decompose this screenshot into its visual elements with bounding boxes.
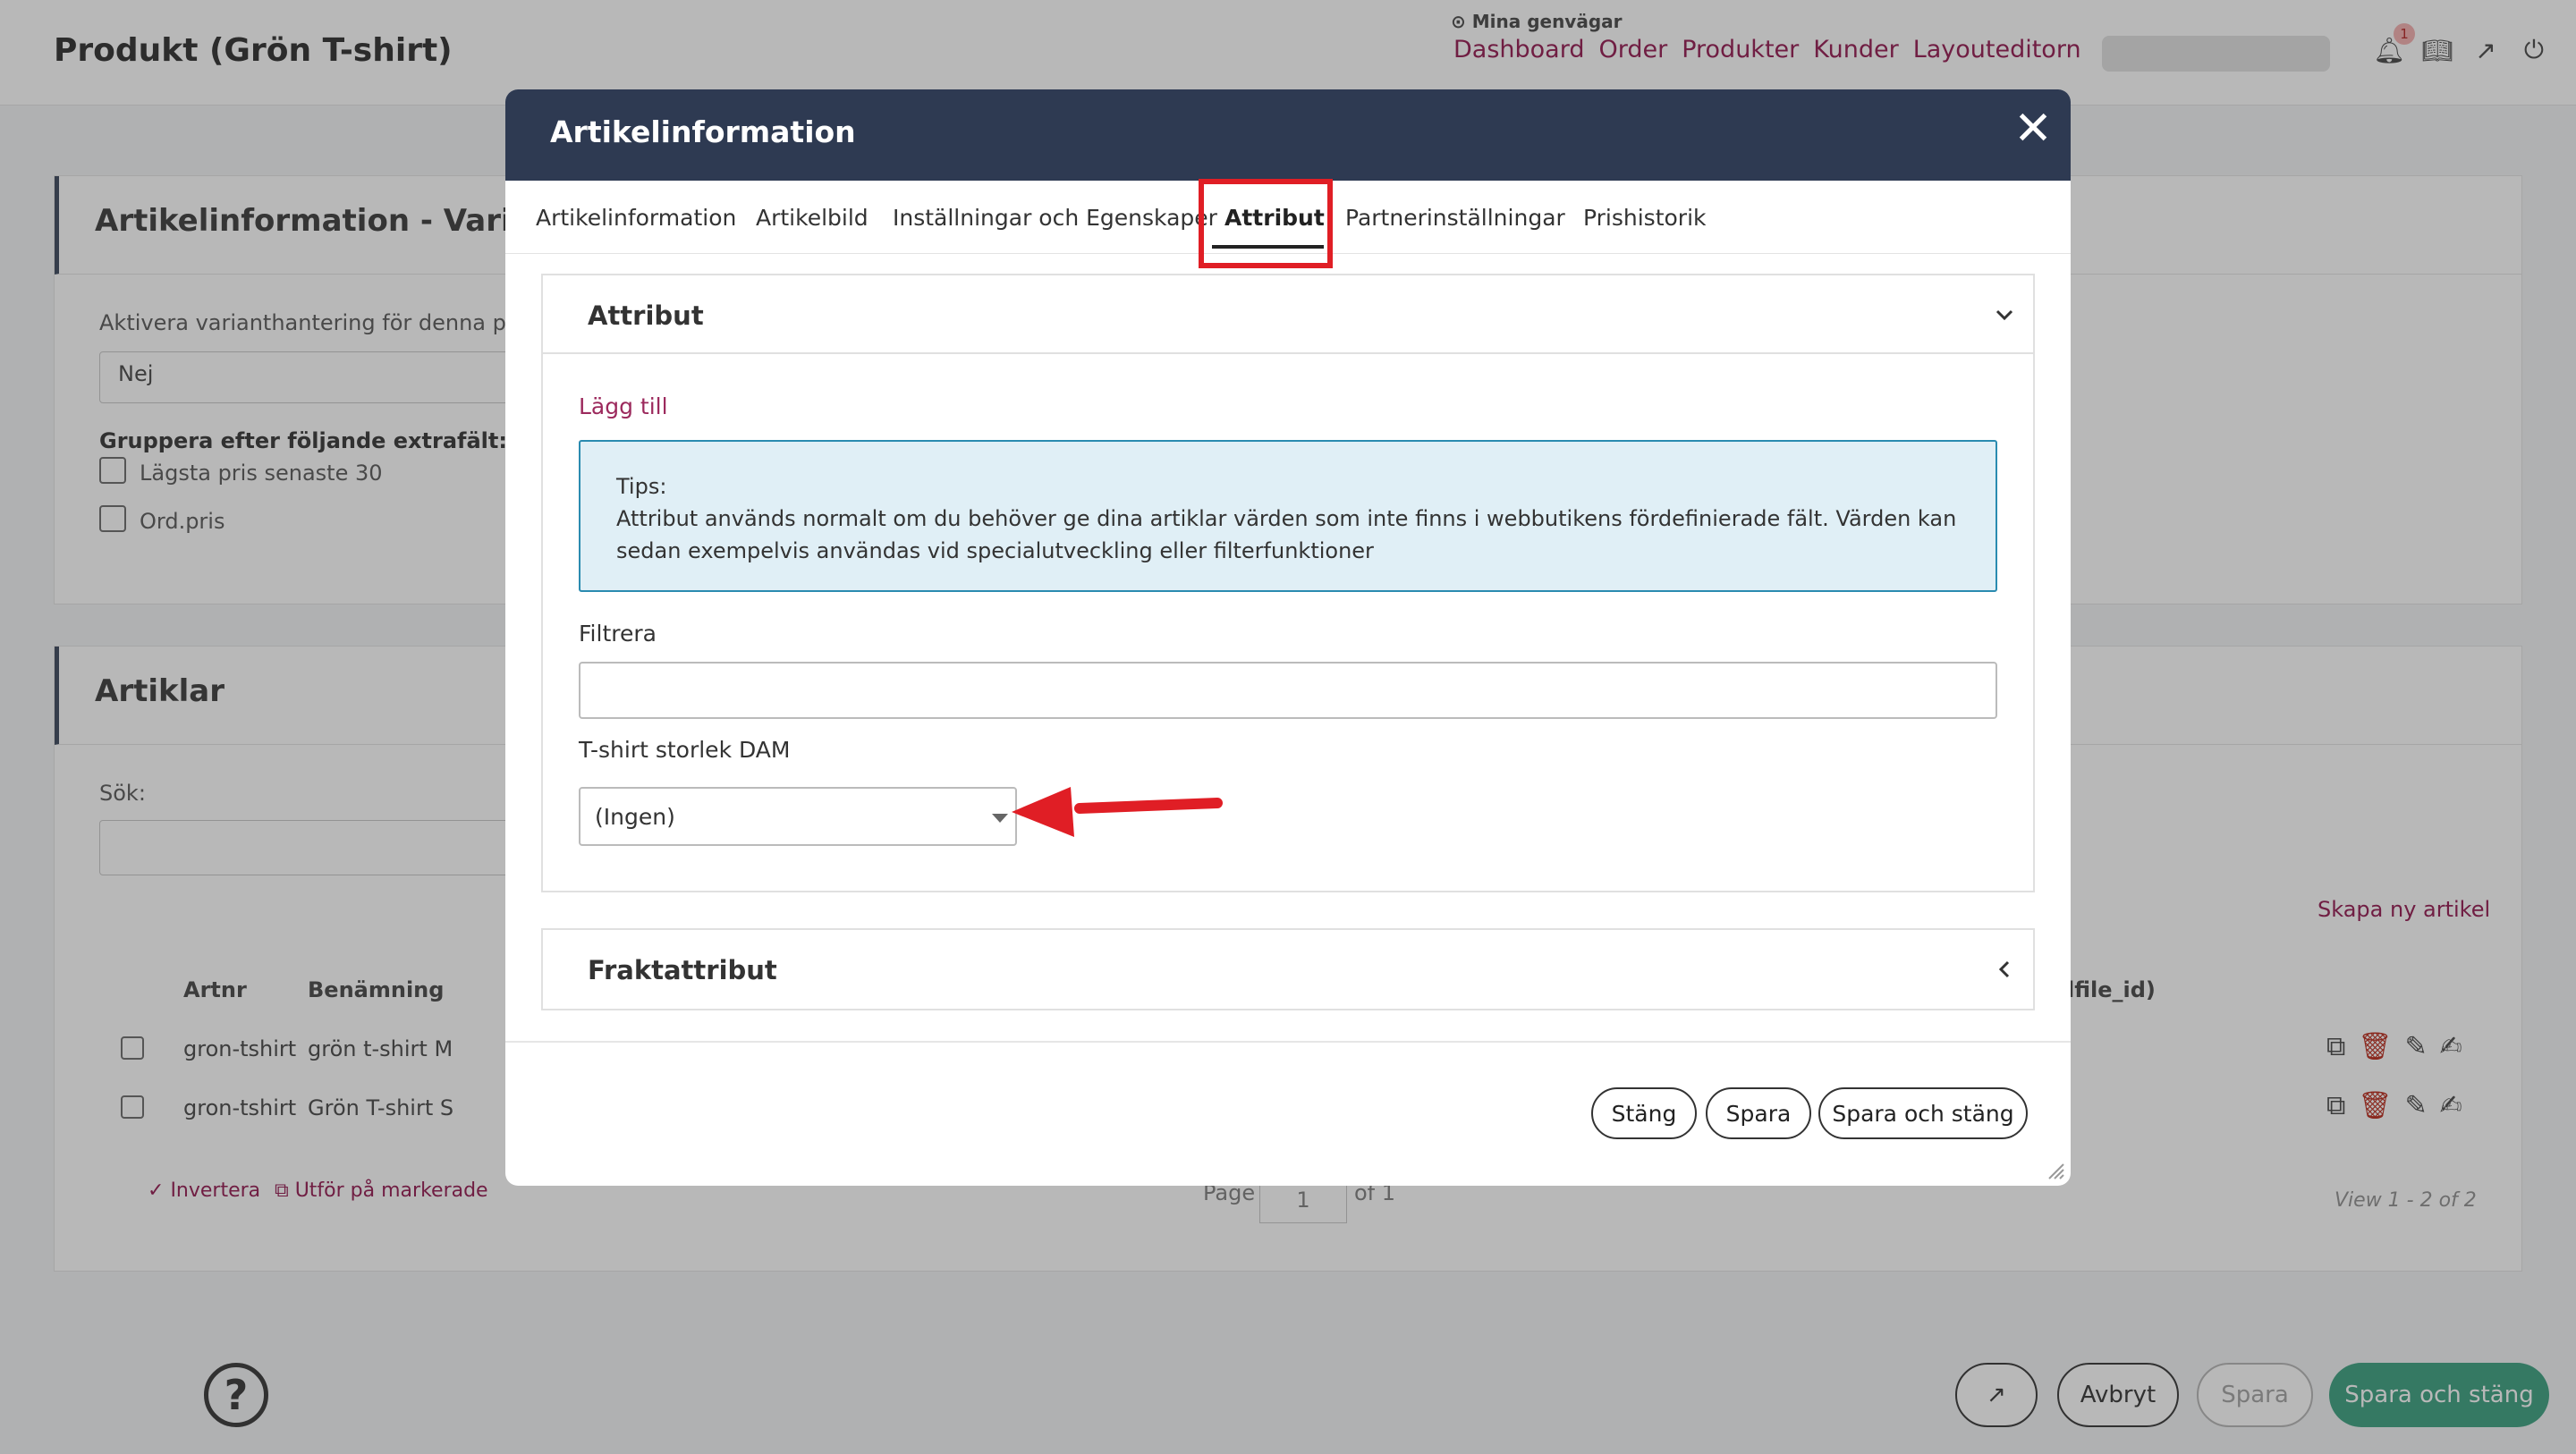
attribut-section-title: Attribut [588, 300, 704, 331]
tab-artikelbild[interactable]: Artikelbild [756, 181, 869, 254]
modal-header: Artikelinformation ✕ [505, 89, 2071, 181]
tshirt-size-value: (Ingen) [595, 803, 675, 830]
tips-box: Tips: Attribut används normalt om du beh… [579, 440, 1997, 592]
tshirt-size-label: T-shirt storlek DAM [579, 737, 791, 763]
tab-partnerinstallningar[interactable]: Partnerinställningar [1345, 181, 1565, 254]
filter-input[interactable] [579, 662, 1997, 719]
resize-grip-icon[interactable] [2046, 1161, 2065, 1180]
frakt-section-title: Fraktattribut [588, 955, 777, 985]
chevron-left-icon[interactable] [1992, 957, 2017, 982]
close-icon[interactable]: ✕ [2008, 102, 2058, 156]
annotation-arrow-icon [1012, 787, 1223, 837]
frakt-section-header[interactable]: Fraktattribut [543, 930, 2033, 1009]
tips-text: Attribut används normalt om du behöver g… [616, 506, 1957, 563]
tab-installningar[interactable]: Inställningar och Egenskaper [893, 181, 1217, 254]
tab-prishistorik[interactable]: Prishistorik [1583, 181, 1707, 254]
add-attribute-link[interactable]: Lägg till [579, 393, 668, 419]
filter-label: Filtrera [579, 621, 657, 647]
attribut-section-header[interactable]: Attribut [543, 275, 2033, 354]
tshirt-size-select[interactable]: (Ingen) [579, 787, 1017, 846]
save-button[interactable]: Spara [1706, 1087, 1811, 1139]
frakt-section: Fraktattribut [541, 928, 2035, 1010]
article-info-modal: Artikelinformation ✕ Artikelinformation … [505, 89, 2071, 1186]
save-close-button[interactable]: Spara och stäng [1818, 1087, 2028, 1139]
modal-title: Artikelinformation [550, 114, 856, 149]
tips-title: Tips: [616, 474, 667, 499]
tab-artikelinformation[interactable]: Artikelinformation [536, 181, 736, 254]
tab-highlight-box [1199, 179, 1333, 268]
chevron-down-icon[interactable] [1992, 302, 2017, 327]
close-button[interactable]: Stäng [1591, 1087, 1697, 1139]
modal-footer-divider [505, 1041, 2071, 1043]
